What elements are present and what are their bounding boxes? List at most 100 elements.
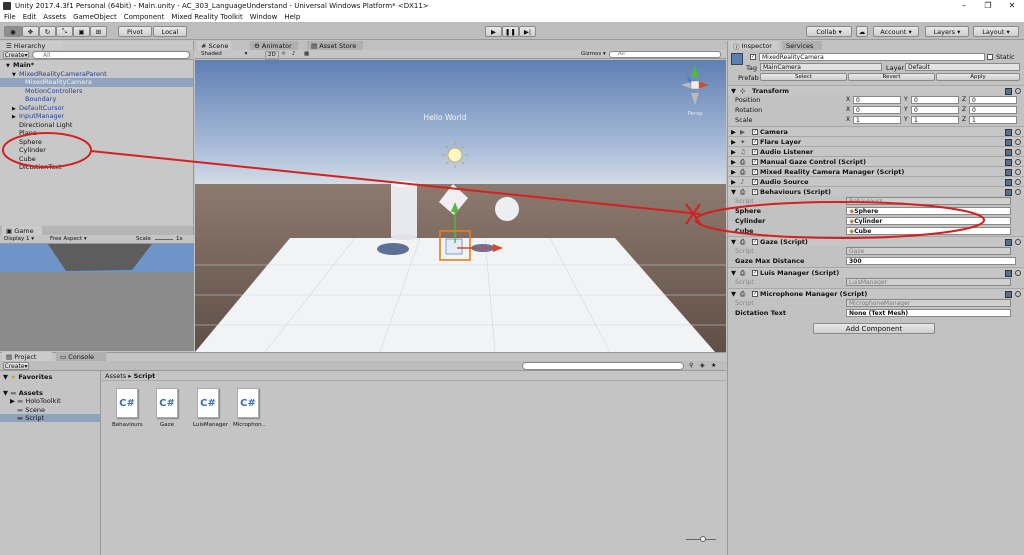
close-icon[interactable]: ✕ xyxy=(1000,0,1024,12)
hierarchy-item[interactable]: Plane xyxy=(0,129,193,138)
collab-button[interactable]: Collab ▾ xyxy=(806,26,852,37)
component-microphone-manager[interactable]: ▼ ⎙ ✓ Microphone Manager (Script) xyxy=(728,288,1024,298)
audio-toggle-icon[interactable]: ♪ xyxy=(292,50,296,59)
component-row[interactable]: ▶ ♫ ✓ Audio Listener xyxy=(728,146,1024,156)
transform-x-field[interactable]: 1 xyxy=(853,116,901,124)
component-transform[interactable]: ▼ ⊹ Transform xyxy=(728,85,1024,95)
game-view[interactable] xyxy=(0,244,194,351)
component-behaviours[interactable]: ▼ ⎙ ✓ Behaviours (Script) xyxy=(728,186,1024,196)
component-enabled-checkbox[interactable]: ✓ xyxy=(752,270,758,276)
layout-button[interactable]: Layout ▾ xyxy=(973,26,1019,37)
transform-y-field[interactable]: 0 xyxy=(911,96,959,104)
local-button[interactable]: Local xyxy=(153,26,187,37)
tab-console[interactable]: ▭ Console xyxy=(56,352,106,361)
persp-label[interactable]: Persp xyxy=(687,111,703,117)
tab-hierarchy[interactable]: ☰ Hierarchy xyxy=(2,41,62,50)
favorite-star-icon[interactable]: ★ xyxy=(711,362,716,369)
help-icon[interactable] xyxy=(1005,149,1012,156)
transform-tool-button[interactable]: ⊞ xyxy=(90,26,107,37)
hierarchy-search-input[interactable]: All xyxy=(32,51,190,59)
hierarchy-item[interactable]: ▼ Main* xyxy=(0,61,193,70)
component-enabled-checkbox[interactable]: ✓ xyxy=(752,189,758,195)
shading-dropdown[interactable]: Shaded xyxy=(201,50,222,59)
help-icon[interactable] xyxy=(1005,179,1012,186)
help-icon[interactable] xyxy=(1005,189,1012,196)
transform-z-field[interactable]: 0 xyxy=(969,96,1017,104)
menu-gameobject[interactable]: GameObject xyxy=(73,13,117,21)
menu-file[interactable]: File xyxy=(4,13,16,21)
transform-z-field[interactable]: 0 xyxy=(969,106,1017,114)
static-checkbox[interactable] xyxy=(987,54,993,60)
hierarchy-item[interactable]: Cylinder xyxy=(0,146,193,155)
rect-tool-button[interactable]: ▣ xyxy=(73,26,90,37)
tab-game[interactable]: ▣ Game xyxy=(2,226,42,235)
folder-scene[interactable]: ▬ Scene xyxy=(17,406,45,414)
hierarchy-item[interactable]: MixedRealityCamera xyxy=(0,78,193,87)
tab-asset-store[interactable]: ▤ Asset Store xyxy=(307,41,363,50)
minimize-icon[interactable]: – xyxy=(952,0,976,12)
component-enabled-checkbox[interactable]: ✓ xyxy=(752,169,758,175)
effects-toggle-icon[interactable]: ▦ xyxy=(304,50,309,59)
gameobject-active-checkbox[interactable]: ✓ xyxy=(750,54,756,60)
mode-2d-button[interactable]: 2D xyxy=(265,51,279,60)
component-row[interactable]: ▶ ▶ ✓ Camera xyxy=(728,126,1024,136)
menu-edit[interactable]: Edit xyxy=(23,13,37,21)
settings-gear-icon[interactable] xyxy=(1015,189,1021,195)
tab-services[interactable]: Services xyxy=(782,41,822,50)
hierarchy-item[interactable]: MotionControllers xyxy=(0,87,193,96)
scene-view[interactable]: Hello World Persp xyxy=(195,60,726,352)
folder-script[interactable]: ▬ Script xyxy=(0,414,100,422)
scene-search-input[interactable]: All xyxy=(609,51,721,58)
help-icon[interactable] xyxy=(1005,139,1012,146)
pivot-button[interactable]: Pivot xyxy=(118,26,152,37)
hierarchy-create-button[interactable]: Create ▾ xyxy=(3,51,29,59)
component-row[interactable]: ▶ ⎙ ✓ Mixed Reality Camera Manager (Script) xyxy=(728,166,1024,176)
assets-item[interactable]: ▼ ▬ Assets xyxy=(3,389,43,397)
component-enabled-checkbox[interactable]: ✓ xyxy=(752,129,758,135)
breadcrumb-assets[interactable]: Assets xyxy=(105,372,126,380)
step-button[interactable]: ▶| xyxy=(519,26,536,37)
layer-dropdown[interactable]: Default xyxy=(905,63,1020,71)
help-icon[interactable] xyxy=(1005,169,1012,176)
help-icon[interactable] xyxy=(1005,270,1012,277)
menu-component[interactable]: Component xyxy=(124,13,165,21)
cylinder-object-field[interactable]: ◉Cylinder xyxy=(846,217,1011,225)
tab-project[interactable]: ▤ Project xyxy=(2,352,52,361)
scale-tool-button[interactable]: ⤡ xyxy=(56,26,73,37)
component-enabled-checkbox[interactable]: ✓ xyxy=(752,149,758,155)
cube-object-field[interactable]: ◉Cube xyxy=(846,227,1011,235)
asset-behaviours[interactable]: C# Behaviours xyxy=(112,388,143,428)
add-component-button[interactable]: Add Component xyxy=(813,323,935,334)
pause-button[interactable]: ❚❚ xyxy=(502,26,519,37)
prefab-revert-button[interactable]: Revert xyxy=(848,73,935,81)
help-icon[interactable] xyxy=(1005,159,1012,166)
settings-gear-icon[interactable] xyxy=(1015,169,1021,175)
settings-gear-icon[interactable] xyxy=(1015,270,1021,276)
component-enabled-checkbox[interactable]: ✓ xyxy=(752,239,758,245)
maximize-icon[interactable]: ❐ xyxy=(976,0,1000,12)
component-enabled-checkbox[interactable]: ✓ xyxy=(752,139,758,145)
component-enabled-checkbox[interactable]: ✓ xyxy=(752,179,758,185)
tag-dropdown[interactable]: MainCamera xyxy=(760,63,882,71)
display-dropdown[interactable]: Display 1 ▾ xyxy=(4,235,34,244)
asset-gaze[interactable]: C# Gaze xyxy=(152,388,182,428)
settings-gear-icon[interactable] xyxy=(1015,139,1021,145)
asset-microphone[interactable]: C# Microphon.. xyxy=(233,388,265,428)
account-button[interactable]: Account ▾ xyxy=(873,26,919,37)
help-icon[interactable] xyxy=(1005,239,1012,246)
transform-x-field[interactable]: 0 xyxy=(853,106,901,114)
transform-y-field[interactable]: 1 xyxy=(911,116,959,124)
transform-y-field[interactable]: 0 xyxy=(911,106,959,114)
tab-inspector[interactable]: ⓘ Inspector xyxy=(729,41,779,51)
settings-gear-icon[interactable] xyxy=(1015,179,1021,185)
help-icon[interactable] xyxy=(1005,291,1012,298)
project-create-button[interactable]: Create ▾ xyxy=(3,362,29,370)
menu-assets[interactable]: Assets xyxy=(43,13,66,21)
breadcrumb-script[interactable]: Script xyxy=(134,372,156,380)
component-luis-manager[interactable]: ▼ ⎙ ✓ Luis Manager (Script) xyxy=(728,267,1024,277)
component-enabled-checkbox[interactable]: ✓ xyxy=(752,291,758,297)
transform-z-field[interactable]: 1 xyxy=(969,116,1017,124)
help-icon[interactable] xyxy=(1005,88,1012,95)
settings-gear-icon[interactable] xyxy=(1015,88,1021,94)
help-icon[interactable] xyxy=(1005,129,1012,136)
